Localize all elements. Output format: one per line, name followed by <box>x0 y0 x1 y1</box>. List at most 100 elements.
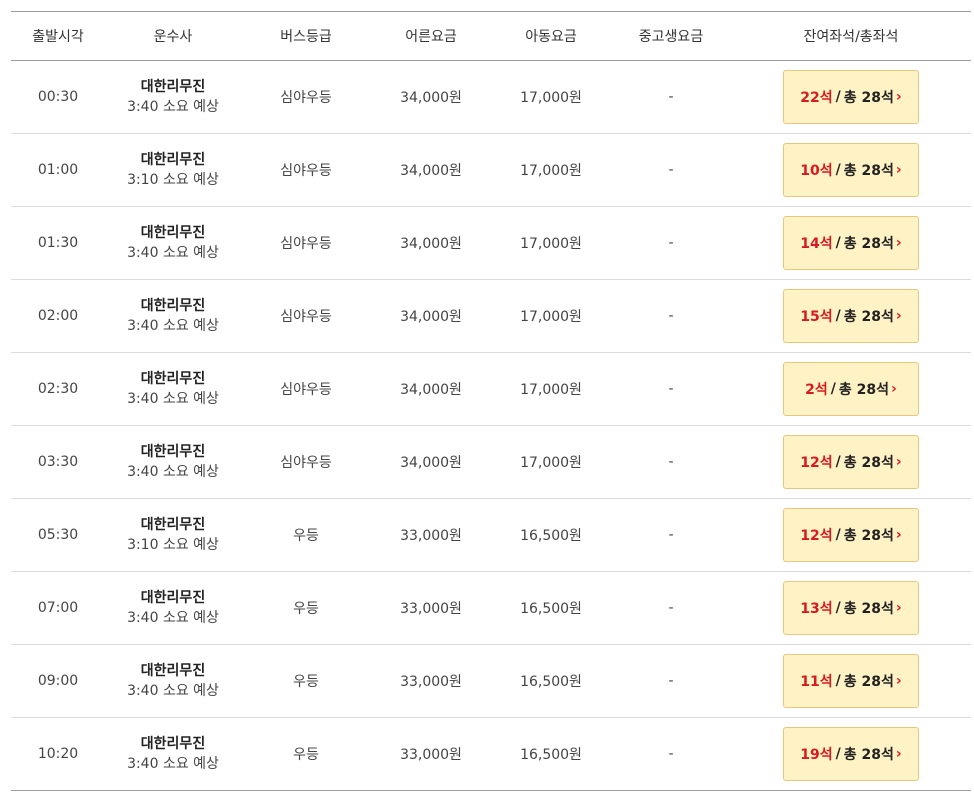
header-child-fare: 아동요금 <box>525 29 577 45</box>
adult-fare: 34,000원 <box>400 236 462 252</box>
table-header: 출발시각 운수사 버스등급 어른요금 아동요금 중고생요금 잔여좌석/총좌석 <box>11 12 971 61</box>
seat-separator: / <box>835 89 841 105</box>
seat-cell: 10석 / 총 28석 › <box>731 134 971 206</box>
child-fare: 17,000원 <box>520 309 582 325</box>
seat-cell: 12석 / 총 28석 › <box>731 499 971 571</box>
estimated-duration: 3:40 소요 예상 <box>127 318 219 334</box>
seat-cell: 11석 / 총 28석 › <box>731 645 971 717</box>
seat-cell: 15석 / 총 28석 › <box>731 280 971 352</box>
bus-company-cell: 대한리무진 3:40 소요 예상 <box>105 207 241 279</box>
bus-company-name: 대한리무진 <box>140 298 206 314</box>
table-row: 07:00 대한리무진 3:40 소요 예상 우등 33,000원 16,500원 - 13석… <box>11 572 971 645</box>
departure-time: 03:30 <box>37 454 79 470</box>
table-body: 00:30 대한리무진 3:40 소요 예상 심야우등 34,000원 17,000원 - 2… <box>11 61 971 791</box>
header-bus-company: 운수사 <box>153 29 193 45</box>
child-fare: 16,500원 <box>520 747 582 763</box>
adult-fare: 34,000원 <box>400 90 462 106</box>
header-student-fare: 중고생요금 <box>638 29 704 45</box>
child-fare: 17,000원 <box>520 236 582 252</box>
seat-separator: / <box>835 746 841 762</box>
seat-separator: / <box>835 673 841 689</box>
total-seats: 총 28석 <box>843 455 894 471</box>
bus-grade: 우등 <box>293 747 319 763</box>
child-fare: 17,000원 <box>520 455 582 471</box>
seat-cell: 13석 / 총 28석 › <box>731 572 971 644</box>
bus-company-name: 대한리무진 <box>140 79 206 95</box>
estimated-duration: 3:40 소요 예상 <box>127 245 219 261</box>
table-row: 05:30 대한리무진 3:10 소요 예상 우등 33,000원 16,500원 - 12석… <box>11 499 971 572</box>
student-fare: - <box>668 673 674 689</box>
table-row: 01:00 대한리무진 3:10 소요 예상 심야우등 34,000원 17,000원 - 1… <box>11 134 971 207</box>
adult-fare: 33,000원 <box>400 674 462 690</box>
departure-time: 02:30 <box>37 381 79 397</box>
bus-grade: 심야우등 <box>280 90 332 106</box>
total-seats: 총 28석 <box>843 747 894 763</box>
bus-company-cell: 대한리무진 3:40 소요 예상 <box>105 645 241 717</box>
estimated-duration: 3:40 소요 예상 <box>127 391 219 407</box>
select-seat-button[interactable]: 14석 / 총 28석 › <box>783 216 919 270</box>
remaining-seats: 22석 <box>800 90 833 106</box>
remaining-seats: 2석 <box>805 382 828 398</box>
bus-grade: 우등 <box>293 528 319 544</box>
remaining-seats: 10석 <box>800 163 833 179</box>
select-seat-button[interactable]: 11석 / 총 28석 › <box>783 654 919 708</box>
chevron-right-icon: › <box>895 454 902 470</box>
estimated-duration: 3:40 소요 예상 <box>127 464 219 480</box>
remaining-seats: 19석 <box>800 747 833 763</box>
select-seat-button[interactable]: 13석 / 총 28석 › <box>783 581 919 635</box>
adult-fare: 33,000원 <box>400 528 462 544</box>
total-seats: 총 28석 <box>843 601 894 617</box>
estimated-duration: 3:40 소요 예상 <box>127 99 219 115</box>
total-seats: 총 28석 <box>838 382 890 398</box>
chevron-right-icon: › <box>895 308 902 324</box>
adult-fare: 34,000원 <box>400 455 462 471</box>
estimated-duration: 3:40 소요 예상 <box>127 683 219 699</box>
total-seats: 총 28석 <box>843 528 894 544</box>
departure-time: 01:30 <box>37 235 79 251</box>
select-seat-button[interactable]: 22석 / 총 28석 › <box>783 70 919 124</box>
bus-company-cell: 대한리무진 3:40 소요 예상 <box>105 426 241 498</box>
student-fare: - <box>668 746 674 762</box>
bus-company-cell: 대한리무진 3:40 소요 예상 <box>105 572 241 644</box>
seat-cell: 14석 / 총 28석 › <box>731 207 971 279</box>
select-seat-button[interactable]: 19석 / 총 28석 › <box>783 727 919 781</box>
seat-separator: / <box>835 454 841 470</box>
remaining-seats: 12석 <box>800 528 833 544</box>
header-seats: 잔여좌석/총좌석 <box>803 29 899 45</box>
table-row: 01:30 대한리무진 3:40 소요 예상 심야우등 34,000원 17,000원 - 1… <box>11 207 971 280</box>
table-row: 09:00 대한리무진 3:40 소요 예상 우등 33,000원 16,500원 - 11석… <box>11 645 971 718</box>
bus-grade: 우등 <box>293 674 319 690</box>
adult-fare: 33,000원 <box>400 601 462 617</box>
departure-time: 02:00 <box>37 308 79 324</box>
estimated-duration: 3:40 소요 예상 <box>127 610 219 626</box>
total-seats: 총 28석 <box>843 236 894 252</box>
chevron-right-icon: › <box>895 746 902 762</box>
total-seats: 총 28석 <box>843 90 894 106</box>
estimated-duration: 3:40 소요 예상 <box>127 756 219 772</box>
select-seat-button[interactable]: 12석 / 총 28석 › <box>783 508 919 562</box>
bus-company-cell: 대한리무진 3:40 소요 예상 <box>105 718 241 790</box>
select-seat-button[interactable]: 12석 / 총 28석 › <box>783 435 919 489</box>
table-row: 02:00 대한리무진 3:40 소요 예상 심야우등 34,000원 17,000원 - 1… <box>11 280 971 353</box>
remaining-seats: 12석 <box>800 455 833 471</box>
bus-company-name: 대한리무진 <box>140 590 206 606</box>
bus-company-cell: 대한리무진 3:40 소요 예상 <box>105 280 241 352</box>
seat-separator: / <box>835 527 841 543</box>
seat-separator: / <box>835 600 841 616</box>
departure-time: 00:30 <box>37 89 79 105</box>
remaining-seats: 14석 <box>800 236 833 252</box>
bus-company-cell: 대한리무진 3:10 소요 예상 <box>105 499 241 571</box>
select-seat-button[interactable]: 2석 / 총 28석 › <box>783 362 919 416</box>
total-seats: 총 28석 <box>843 163 894 179</box>
student-fare: - <box>668 162 674 178</box>
seat-separator: / <box>830 381 836 397</box>
student-fare: - <box>668 527 674 543</box>
bus-company-cell: 대한리무진 3:10 소요 예상 <box>105 134 241 206</box>
bus-grade: 우등 <box>293 601 319 617</box>
header-bus-grade: 버스등급 <box>280 29 332 45</box>
bus-company-name: 대한리무진 <box>140 517 206 533</box>
bus-company-name: 대한리무진 <box>140 663 206 679</box>
table-row: 10:20 대한리무진 3:40 소요 예상 우등 33,000원 16,500원 - 19석… <box>11 718 971 791</box>
select-seat-button[interactable]: 10석 / 총 28석 › <box>783 143 919 197</box>
select-seat-button[interactable]: 15석 / 총 28석 › <box>783 289 919 343</box>
